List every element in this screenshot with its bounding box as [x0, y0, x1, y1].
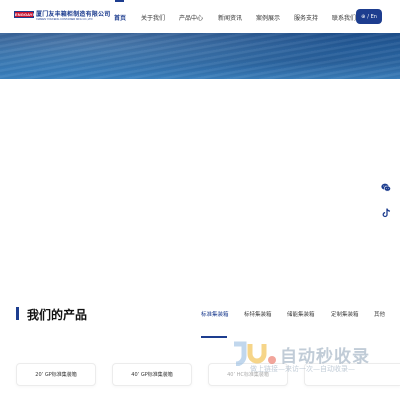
logo-company-name-cn: 厦门友丰箱柜制造有限公司: [36, 11, 111, 18]
nav-active-indicator: [115, 0, 124, 2]
wechat-icon[interactable]: [380, 181, 392, 193]
product-card-label: 20’ GP标准集装箱: [35, 372, 77, 378]
product-card-20gp[interactable]: 20’ GP标准集装箱: [16, 363, 96, 386]
logo-company-name-en: XIAMEN YOUFENG CONTAINER MFG CO.,LTD: [36, 18, 93, 21]
section-title-accent: [16, 307, 19, 320]
tab-special-container[interactable]: 标特集装箱: [244, 310, 272, 318]
logo-badge: ENGGAYE: [14, 11, 36, 18]
tab-standard-container[interactable]: 标准集装箱: [201, 310, 229, 318]
nav-item-products[interactable]: 产品中心: [179, 13, 203, 22]
nav-item-contact[interactable]: 联系我们: [332, 13, 356, 22]
tab-other[interactable]: 其他: [374, 310, 385, 318]
tab-custom-container[interactable]: 定制集装箱: [331, 310, 359, 318]
product-card-label: 40’ HC标准集装箱: [227, 372, 269, 378]
globe-icon: ⊕: [361, 13, 366, 20]
product-card-40hc[interactable]: 40’ HC标准集装箱: [208, 363, 288, 386]
logo-text: 厦门友丰箱柜制造有限公司 XIAMEN YOUFENG CONTAINER MF…: [36, 11, 110, 22]
product-card-40gp[interactable]: 40’ GP标准集装箱: [112, 363, 192, 386]
hero-banner: [0, 33, 400, 79]
site-header: ENGGAYE 厦门友丰箱柜制造有限公司 XIAMEN YOUFENG CONT…: [0, 0, 400, 33]
nav-item-cases[interactable]: 案例展示: [256, 13, 280, 22]
language-switch-button[interactable]: ⊕ / En: [356, 9, 382, 24]
active-tab-underline: [201, 336, 227, 338]
product-card-partial[interactable]: [304, 363, 400, 386]
products-section-title: 我们的产品: [27, 308, 88, 322]
nav-item-news[interactable]: 新闻资讯: [218, 13, 242, 22]
tab-energy-storage-container[interactable]: 储能集装箱: [287, 310, 315, 318]
company-logo[interactable]: ENGGAYE 厦门友丰箱柜制造有限公司 XIAMEN YOUFENG CONT…: [14, 11, 110, 22]
nav-item-about[interactable]: 关于我们: [141, 13, 165, 22]
tiktok-icon[interactable]: [380, 207, 392, 219]
nav-item-home[interactable]: 首页: [114, 13, 126, 22]
nav-item-support[interactable]: 服务支持: [294, 13, 318, 22]
product-card-label: 40’ GP标准集装箱: [131, 372, 173, 378]
language-switch-label: / En: [367, 13, 377, 20]
